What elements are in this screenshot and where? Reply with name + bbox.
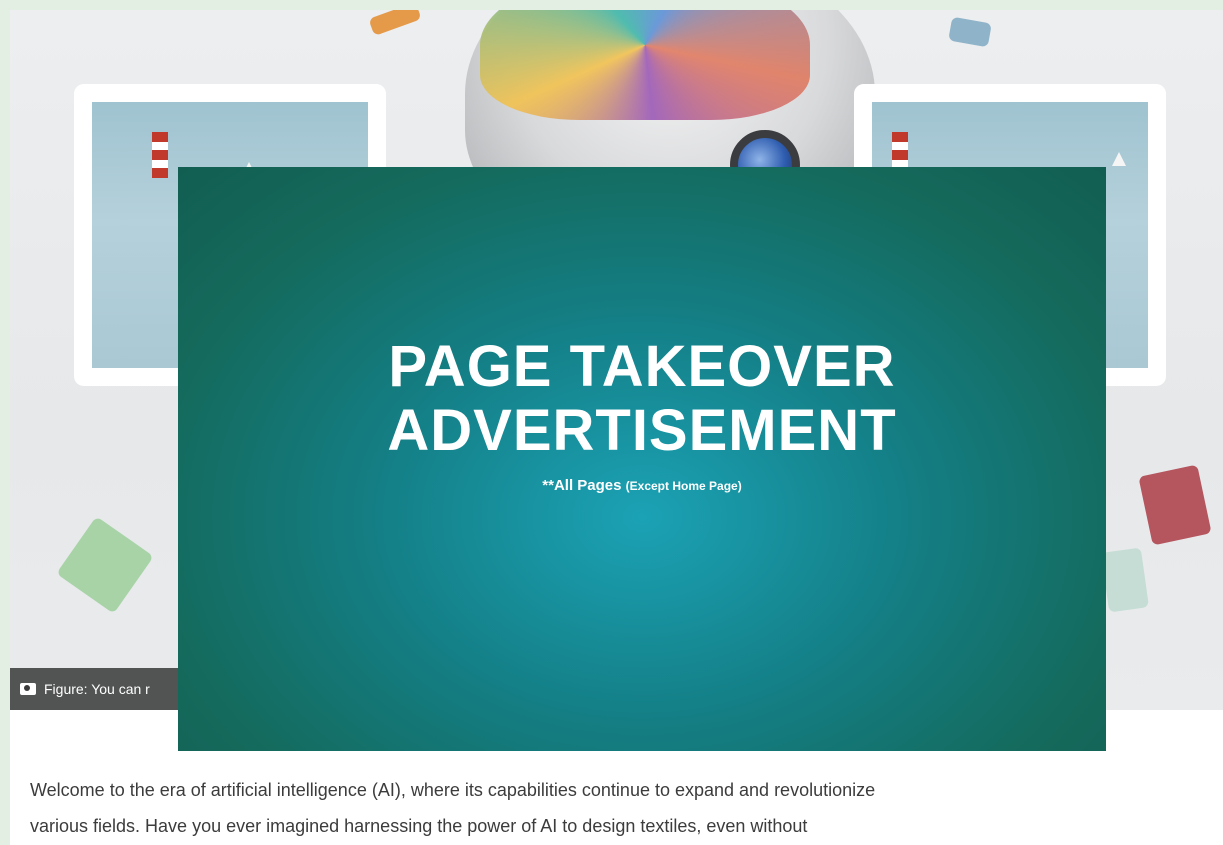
paragraph-line-2: various fields. Have you ever imagined h…	[30, 816, 808, 836]
ad-title-line-2: ADVERTISEMENT	[387, 398, 897, 463]
ad-subtitle-main: **All Pages	[542, 477, 626, 494]
ad-subtitle: **All Pages (Except Home Page)	[542, 477, 741, 494]
ad-title: PAGE TAKEOVER ADVERTISEMENT	[387, 335, 896, 463]
fabric-swatch-green	[56, 516, 154, 614]
fabric-swatch-blue	[948, 16, 992, 48]
ad-subtitle-note: (Except Home Page)	[625, 479, 742, 493]
paragraph-line-1: Welcome to the era of artificial intelli…	[30, 780, 876, 800]
article-paragraph: Welcome to the era of artificial intelli…	[30, 772, 1210, 844]
robot-patterned-cap	[480, 10, 810, 120]
fabric-swatch-mint	[1101, 547, 1149, 613]
figure-caption-text: Figure: You can r	[44, 681, 150, 697]
page-takeover-ad[interactable]: PAGE TAKEOVER ADVERTISEMENT **All Pages …	[178, 167, 1106, 751]
ad-title-line-1: PAGE TAKEOVER	[388, 334, 896, 399]
camera-icon	[20, 683, 36, 695]
fabric-swatch-orange	[368, 10, 422, 37]
boat-icon	[1112, 152, 1126, 166]
figure-caption: Figure: You can r	[10, 668, 190, 710]
fabric-swatch-red	[1138, 464, 1212, 546]
lighthouse-icon	[152, 132, 168, 178]
